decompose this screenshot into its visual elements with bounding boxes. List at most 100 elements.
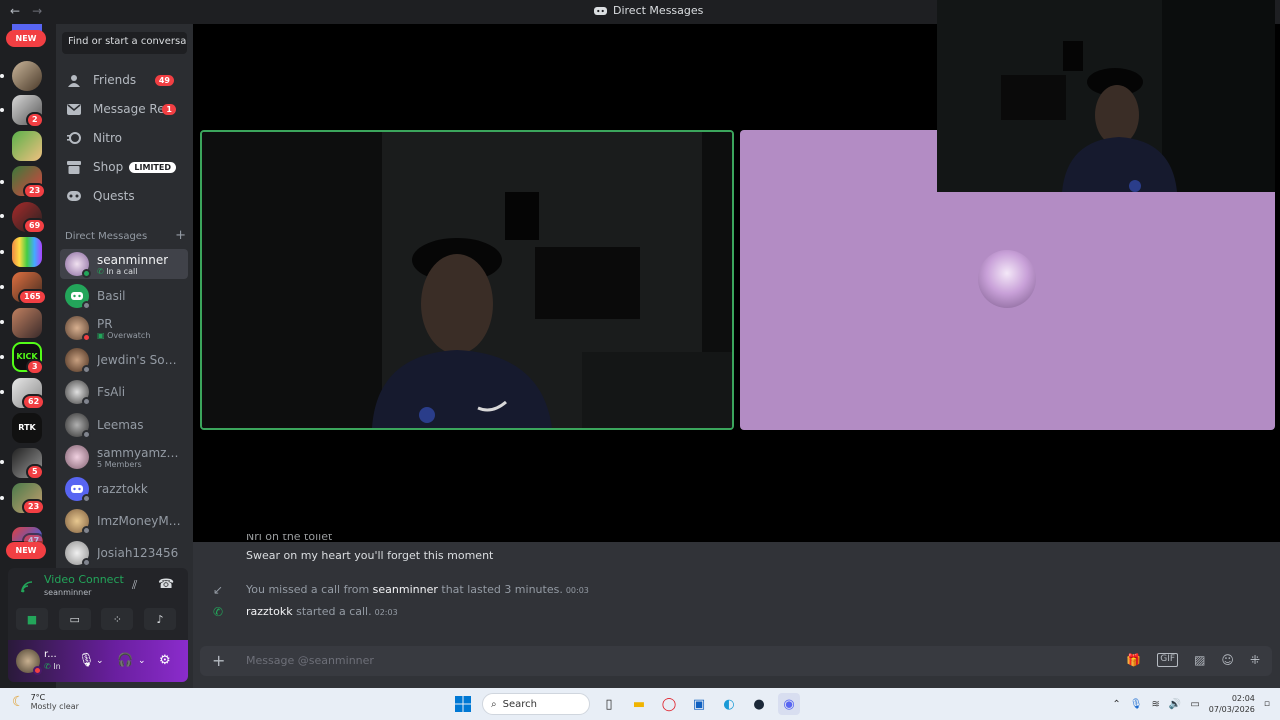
wifi-icon[interactable]: ≋ xyxy=(1151,699,1159,710)
server-icon[interactable] xyxy=(12,131,42,161)
screen-share-button[interactable]: ▭ xyxy=(58,608,91,630)
dm-item-pr[interactable]: PR ▣ Overwatch xyxy=(60,313,188,343)
video-camera-icon: ■ xyxy=(26,612,38,626)
signal-icon[interactable] xyxy=(20,580,34,594)
server-icon[interactable] xyxy=(12,61,42,91)
windows-taskbar: ☾ 7°C Mostly clear ⌕ Search ▯ ▬ ◯ ▣ ◐ ● … xyxy=(0,688,1280,720)
dm-item-fsali[interactable]: FsAli xyxy=(60,377,188,407)
voice-channel[interactable]: seanminner xyxy=(44,588,91,597)
nav-quests[interactable]: Quests xyxy=(60,183,188,209)
discord-taskbar-icon[interactable]: ◉ xyxy=(778,693,800,715)
nav-shop[interactable]: Shop LIMITED xyxy=(60,154,188,180)
dm-section-header: Direct Messages + xyxy=(65,228,186,243)
discord-app: ← → Direct Messages NEW 2 23 69 165 KICK… xyxy=(0,0,1280,688)
dm-status: ✆ In a call xyxy=(97,266,138,276)
envelope-icon xyxy=(66,101,82,117)
dm-item-imzmoneyman[interactable]: ImzMoneyMan xyxy=(60,506,188,536)
opera-icon[interactable]: ◯ xyxy=(658,693,680,715)
self-view-video[interactable] xyxy=(937,0,1275,192)
microphone-icon[interactable]: 🎙 xyxy=(78,653,95,668)
gear-icon[interactable]: ⚙ xyxy=(159,653,171,668)
user-name[interactable]: r... xyxy=(44,649,57,660)
camera-button[interactable]: ■ xyxy=(16,608,48,630)
webcam-video xyxy=(202,132,732,428)
headphones-icon[interactable]: 🎧 xyxy=(117,653,133,668)
server-icon[interactable] xyxy=(12,308,42,338)
dm-item-leemas[interactable]: Leemas xyxy=(60,410,188,440)
unread-pip xyxy=(0,355,4,359)
chevron-down-icon[interactable]: ⌄ xyxy=(138,656,146,666)
unread-pip xyxy=(0,108,4,112)
nav-message-requests[interactable]: Message Re... 1 xyxy=(60,96,188,122)
dm-item-group[interactable]: sammyamz, S1...5 Members xyxy=(60,442,188,472)
video-tile-remote[interactable] xyxy=(200,130,734,430)
task-view-icon[interactable]: ▯ xyxy=(598,693,620,715)
message-timestamp[interactable]: 00:03 xyxy=(566,586,589,595)
missed-call-icon: ↙ xyxy=(213,583,224,597)
clock[interactable]: 02:04 07/03/2026 xyxy=(1209,693,1255,715)
notifications-icon[interactable]: ▫ xyxy=(1264,699,1270,709)
start-button[interactable] xyxy=(452,693,474,715)
server-icon[interactable] xyxy=(12,237,42,267)
taskbar-search[interactable]: ⌕ Search xyxy=(482,693,590,715)
message-timestamp[interactable]: 02:03 xyxy=(375,608,398,617)
soundboard-icon: ♪ xyxy=(156,612,164,626)
dm-item-seanminner[interactable]: seanminner ✆ In a call xyxy=(60,249,188,279)
dm-item-basil[interactable]: Basil xyxy=(60,281,188,311)
dm-item-razztokk[interactable]: razztokk xyxy=(60,474,188,504)
avatar xyxy=(65,509,91,535)
battery-icon[interactable]: ▭ xyxy=(1190,699,1199,710)
dm-activity: ▣ Overwatch xyxy=(97,330,151,340)
volume-icon[interactable]: 🔊 xyxy=(1169,699,1181,710)
call-started-message: razztokk started a call. 02:03 xyxy=(246,605,398,618)
chevron-up-icon[interactable]: ⌃ xyxy=(1112,699,1120,710)
microphone-tray-icon[interactable]: 🎙 xyxy=(1130,699,1143,710)
dm-item-jewdins-son[interactable]: Jewdin's Son ... xyxy=(60,345,188,375)
soundboard-button[interactable]: ♪ xyxy=(143,608,176,630)
voice-status[interactable]: Video Connect xyxy=(44,573,124,586)
activities-button[interactable]: ⁘ xyxy=(101,608,134,630)
chat-message: Swear on my heart you'll forget this mom… xyxy=(246,549,494,562)
disconnect-icon[interactable]: ☎ xyxy=(158,577,174,592)
mention-badge: 2 xyxy=(26,112,44,128)
composer-tools: 🎁 GIF ▨ ☺ ⁜ xyxy=(1126,653,1260,667)
mention-badge: 5 xyxy=(26,464,44,480)
missed-call-user[interactable]: seanminner xyxy=(373,583,438,596)
mention-badge: 165 xyxy=(18,289,47,305)
forward-icon[interactable]: → xyxy=(32,4,42,18)
edge-icon[interactable]: ◐ xyxy=(718,693,740,715)
message-composer[interactable]: + Message @seanminner 🎁 GIF ▨ ☺ ⁜ xyxy=(200,646,1272,676)
windows-logo-icon xyxy=(455,696,471,712)
member-count: 5 Members xyxy=(97,459,142,469)
chevron-down-icon[interactable]: ⌄ xyxy=(96,656,104,666)
file-explorer-icon[interactable]: ▬ xyxy=(628,693,650,715)
dm-header-label: Direct Messages xyxy=(65,231,148,242)
mention-badge: 69 xyxy=(23,218,47,234)
add-attachment-icon[interactable]: + xyxy=(212,651,225,670)
steam-icon[interactable]: ● xyxy=(748,693,770,715)
avatar xyxy=(65,380,91,406)
create-dm-icon[interactable]: + xyxy=(175,228,186,243)
noise-suppression-icon[interactable]: ⫽ xyxy=(132,578,137,593)
server-icon-rtk[interactable]: RTK xyxy=(12,413,42,443)
new-unreads-top[interactable]: NEW xyxy=(6,30,46,47)
gif-icon[interactable]: GIF xyxy=(1157,653,1179,667)
call-started-user[interactable]: razztokk xyxy=(246,605,293,618)
nav-nitro[interactable]: Nitro xyxy=(60,125,188,151)
find-conversation-input[interactable]: Find or start a conversa... xyxy=(62,32,187,54)
new-unreads-bottom[interactable]: NEW xyxy=(6,542,46,559)
apps-icon[interactable]: ⁜ xyxy=(1250,653,1260,667)
weather-widget[interactable]: ☾ 7°C Mostly clear xyxy=(12,693,79,711)
taskbar-search-label: Search xyxy=(502,698,537,710)
message-input[interactable]: Message @seanminner xyxy=(246,654,374,667)
avatar xyxy=(65,348,91,374)
user-avatar[interactable] xyxy=(16,649,42,675)
dm-item-josiah[interactable]: Josiah123456 xyxy=(60,538,188,568)
gift-icon[interactable]: 🎁 xyxy=(1126,653,1141,667)
nav-friends[interactable]: Friends 49 xyxy=(60,67,188,93)
sticker-icon[interactable]: ▨ xyxy=(1194,653,1205,667)
store-icon[interactable]: ▣ xyxy=(688,693,710,715)
emoji-icon[interactable]: ☺ xyxy=(1221,653,1234,667)
back-icon[interactable]: ← xyxy=(10,4,20,18)
friends-badge: 49 xyxy=(154,74,174,86)
